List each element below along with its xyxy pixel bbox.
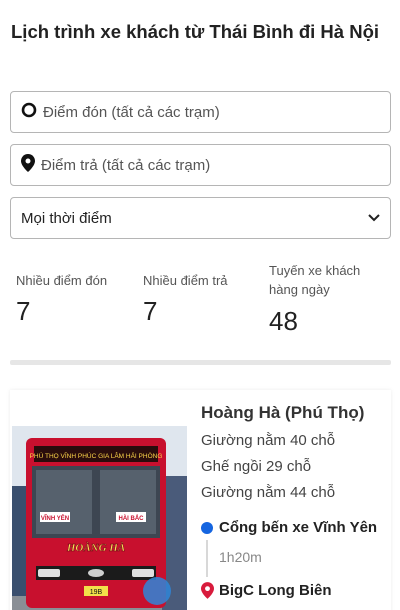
route-line <box>206 540 208 577</box>
arrival-stop-name: BigC Long Biên <box>219 582 332 599</box>
departure-stop: Cổng bến xe Vĩnh Yên <box>201 519 377 536</box>
page-title: Lịch trình xe khách từ Thái Bình đi Hà N… <box>11 21 380 42</box>
seat-type-1: Giường nằm 40 chỗ <box>201 432 336 449</box>
stat-daily-label: Tuyến xe khách hàng ngày <box>269 263 361 297</box>
arrival-stop: BigC Long Biên <box>201 582 332 599</box>
pickup-input[interactable] <box>43 103 363 121</box>
time-select[interactable]: Mọi thời điểm <box>10 197 391 239</box>
operator-name[interactable]: Hoàng Hà (Phú Thọ) <box>201 403 364 423</box>
seat-type-2: Ghế ngồi 29 chỗ <box>201 458 312 475</box>
circle-icon <box>21 102 37 123</box>
stat-pickup-label: Nhiều điểm đón <box>16 273 108 288</box>
bus-plate: 19B <box>90 589 103 596</box>
dropoff-field[interactable] <box>10 144 391 186</box>
bus-photo[interactable]: PHÚ THỌ VĨNH PHÚC GIA LÂM HẢI PHÒNG VĨNH… <box>12 426 187 610</box>
chevron-down-icon <box>368 209 380 227</box>
dropoff-input[interactable] <box>41 156 361 174</box>
stat-daily-value: 48 <box>269 306 298 336</box>
seat-type-3: Giường nằm 44 chỗ <box>201 484 336 501</box>
stat-pickup-value: 7 <box>16 296 31 326</box>
bus-window-sign-right: HÀI BẮC <box>119 514 145 522</box>
bus-window-sign-left: VĨNH YÊN <box>41 514 69 522</box>
departure-dot-icon <box>201 521 213 534</box>
departure-stop-name: Cổng bến xe Vĩnh Yên <box>219 519 378 536</box>
stat-dropoff-label: Nhiều điểm trả <box>143 273 228 288</box>
stat-dropoff-value: 7 <box>143 296 158 326</box>
map-pin-icon <box>21 153 35 177</box>
pickup-field[interactable] <box>10 91 391 133</box>
time-select-value: Mọi thời điểm <box>21 209 112 227</box>
map-pin-icon <box>201 582 214 599</box>
section-divider <box>10 360 391 365</box>
trip-duration: 1h20m <box>219 549 262 565</box>
bus-brand: HOÀNG HÀ <box>66 542 125 554</box>
bus-route-sign: PHÚ THỌ VĨNH PHÚC GIA LÂM HẢI PHÒNG <box>30 451 163 460</box>
